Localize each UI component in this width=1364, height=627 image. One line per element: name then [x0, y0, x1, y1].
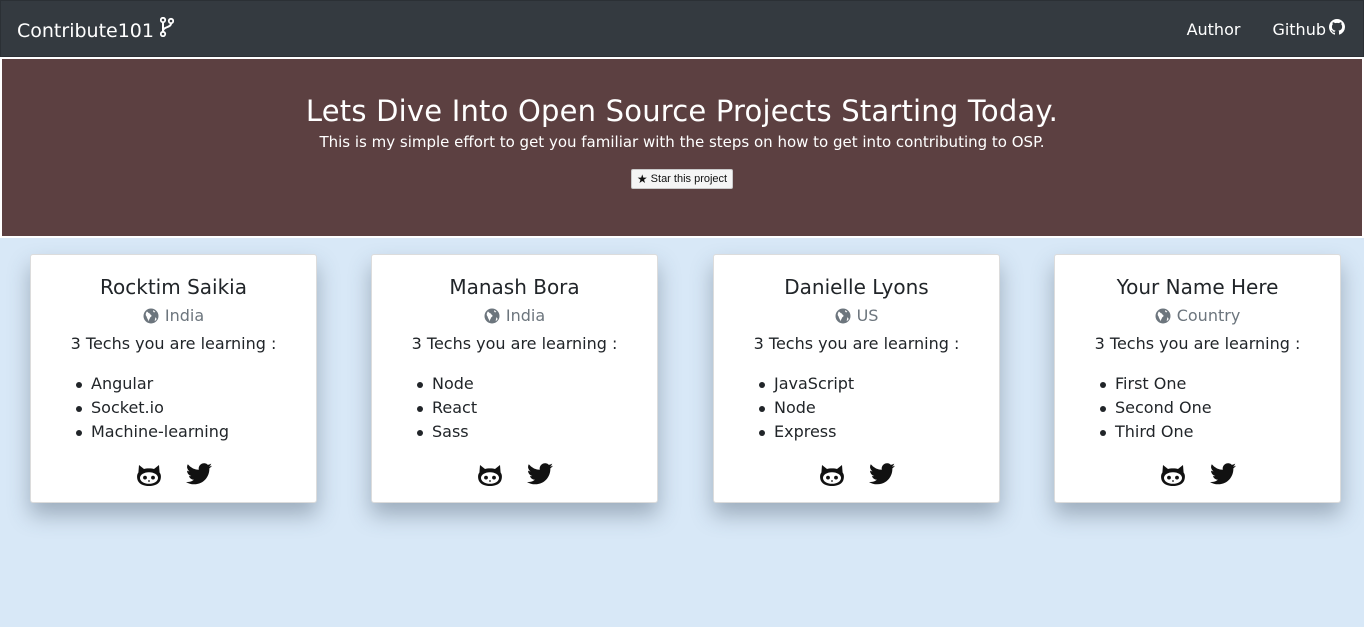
twitter-icon: [526, 463, 553, 489]
nav-link-label: Github: [1272, 20, 1326, 39]
techs-heading: 3 Techs you are learning :: [1094, 334, 1301, 353]
tech-list: Node React Sass: [417, 372, 657, 444]
social-links: [31, 463, 316, 487]
globe-icon: [484, 308, 506, 324]
tech-list: JavaScript Node Express: [759, 372, 999, 444]
tech-item: First One: [1100, 372, 1340, 396]
github-icon: [1326, 19, 1345, 41]
contributor-name: Your Name Here: [1116, 275, 1279, 299]
globe-icon: [143, 308, 165, 324]
tech-item: JavaScript: [759, 372, 999, 396]
github-icon: [136, 465, 162, 491]
github-profile-link[interactable]: [819, 463, 845, 487]
tech-item: Node: [759, 396, 999, 420]
contributor-name: Manash Bora: [449, 275, 580, 299]
github-icon: [1160, 465, 1186, 491]
contributor-card: Rocktim Saikia India 3 Techs you are learn…: [30, 254, 317, 503]
contributor-name: Danielle Lyons: [784, 275, 929, 299]
tech-item: Socket.io: [76, 396, 316, 420]
social-links: [714, 463, 999, 487]
tech-item: Node: [417, 372, 657, 396]
tech-item: React: [417, 396, 657, 420]
nav-link-github[interactable]: Github: [1272, 19, 1345, 41]
tech-item: Machine-learning: [76, 420, 316, 444]
globe-icon: [1155, 308, 1177, 324]
twitter-profile-link[interactable]: [526, 463, 553, 489]
twitter-icon: [185, 463, 212, 489]
social-links: [372, 463, 657, 487]
nav-link-label: Author: [1186, 20, 1241, 39]
tech-item: Angular: [76, 372, 316, 396]
hero-title: Lets Dive Into Open Source Projects Star…: [305, 94, 1059, 128]
tech-list: Angular Socket.io Machine-learning: [76, 372, 316, 444]
country-label: India: [164, 306, 205, 325]
github-icon: [477, 465, 503, 491]
techs-heading: 3 Techs you are learning :: [70, 334, 277, 353]
navbar: Contribute101 Author Github: [0, 0, 1364, 57]
contributor-name: Rocktim Saikia: [100, 275, 247, 299]
code-branch-icon: [159, 16, 175, 44]
social-links: [1055, 463, 1340, 487]
tech-list: First One Second One Third One: [1100, 372, 1340, 444]
contributor-card: Your Name Here Country 3 Techs you are lea…: [1054, 254, 1341, 503]
star-project-button[interactable]: ★ Star this project: [630, 169, 734, 189]
github-icon: [819, 465, 845, 491]
country-label: India: [505, 306, 546, 325]
techs-heading: 3 Techs you are learning :: [411, 334, 618, 353]
hero-banner: Lets Dive Into Open Source Projects Star…: [0, 57, 1364, 238]
github-profile-link[interactable]: [136, 463, 162, 487]
tech-item: Third One: [1100, 420, 1340, 444]
github-profile-link[interactable]: [477, 463, 503, 487]
country-label: US: [856, 306, 879, 325]
country-label: Country: [1176, 306, 1241, 325]
github-profile-link[interactable]: [1160, 463, 1186, 487]
contributor-card: Manash Bora India 3 Techs you are learning…: [371, 254, 658, 503]
twitter-icon: [868, 463, 895, 489]
contributor-country: India: [31, 305, 316, 327]
twitter-icon: [1209, 463, 1236, 489]
contributor-card: Danielle Lyons US 3 Techs you are learning…: [713, 254, 1000, 503]
tech-item: Second One: [1100, 396, 1340, 420]
brand-name: Contribute101: [17, 19, 154, 42]
nav-link-author[interactable]: Author: [1187, 19, 1241, 41]
twitter-profile-link[interactable]: [1209, 463, 1236, 489]
brand-link[interactable]: Contribute101: [17, 16, 175, 44]
star-icon: ★: [636, 172, 648, 186]
twitter-profile-link[interactable]: [185, 463, 212, 489]
globe-icon: [835, 308, 857, 324]
contributor-country: US: [714, 305, 999, 327]
star-button-label: Star this project: [650, 173, 728, 185]
tech-item: Express: [759, 420, 999, 444]
hero-subtitle: This is my simple effort to get you fami…: [319, 133, 1045, 151]
tech-item: Sass: [417, 420, 657, 444]
contributor-country: India: [372, 305, 657, 327]
techs-heading: 3 Techs you are learning :: [753, 334, 960, 353]
twitter-profile-link[interactable]: [868, 463, 895, 489]
contributor-country: Country: [1055, 305, 1340, 327]
nav-links: Author Github: [1155, 19, 1345, 41]
